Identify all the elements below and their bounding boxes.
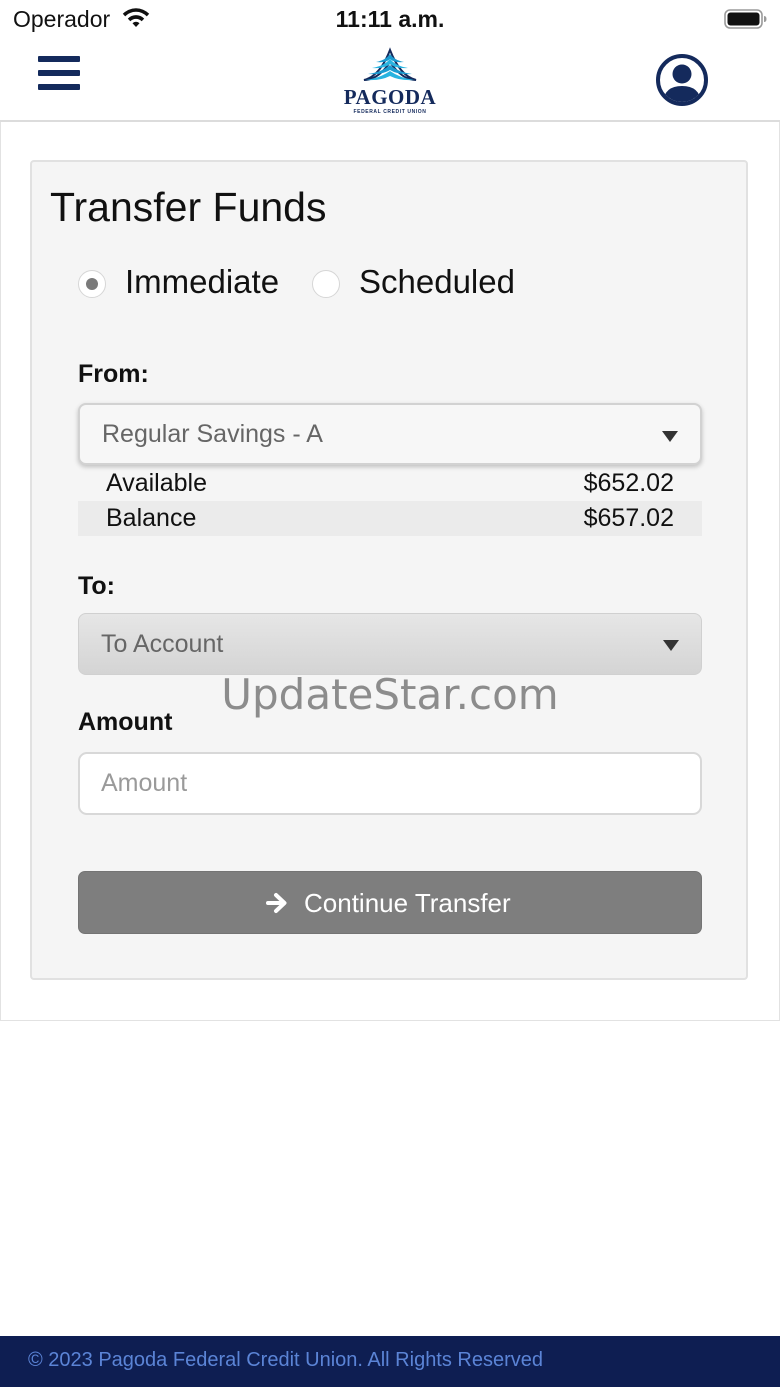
to-account-placeholder: To Account — [101, 630, 224, 658]
chevron-down-icon — [662, 431, 678, 442]
status-bar: Operador 11:11 a.m. — [0, 0, 780, 40]
page-title: Transfer Funds — [50, 184, 327, 230]
arrow-right-icon — [266, 893, 287, 913]
battery-icon — [724, 9, 767, 29]
available-row: Available $652.02 — [78, 466, 702, 501]
pagoda-logo: PAGODA FEDERAL CREDIT UNION — [336, 46, 444, 116]
user-profile-icon[interactable] — [655, 53, 709, 107]
radio-scheduled-label: Scheduled — [359, 263, 515, 300]
radio-scheduled[interactable]: Scheduled — [312, 262, 532, 302]
hamburger-menu-icon[interactable] — [36, 54, 82, 94]
app-header: PAGODA FEDERAL CREDIT UNION — [0, 40, 780, 122]
continue-transfer-label: Continue Transfer — [304, 888, 511, 918]
radio-scheduled-button[interactable] — [312, 270, 340, 298]
from-account-value: Regular Savings - A — [102, 420, 323, 448]
logo-wordmark: PAGODA — [343, 85, 437, 109]
radio-immediate[interactable]: Immediate — [78, 262, 298, 302]
balance-label: Balance — [106, 504, 197, 532]
available-label: Available — [106, 469, 208, 497]
logo-tagline: FEDERAL CREDIT UNION — [353, 109, 427, 115]
continue-transfer-button[interactable]: Continue Transfer — [78, 871, 702, 934]
chevron-down-icon — [663, 640, 679, 651]
clock: 11:11 a.m. — [335, 6, 445, 32]
radio-immediate-button[interactable] — [78, 270, 106, 298]
from-label: From: — [78, 360, 149, 388]
to-account-select[interactable]: To Account — [78, 613, 702, 675]
to-label: To: — [78, 572, 116, 600]
balance-value: $657.02 — [583, 504, 674, 532]
from-account-select[interactable]: Regular Savings - A — [78, 403, 702, 465]
balance-row: Balance $657.02 — [78, 501, 702, 536]
radio-selected-dot — [86, 278, 98, 290]
transfer-funds-card: Transfer Funds Immediate Scheduled From:… — [30, 160, 748, 980]
footer: © 2023 Pagoda Federal Credit Union. All … — [0, 1336, 780, 1387]
available-value: $652.02 — [583, 469, 674, 497]
pagoda-roof-icon — [363, 47, 417, 81]
footer-copyright: © 2023 Pagoda Federal Credit Union. All … — [28, 1349, 544, 1371]
amount-input[interactable] — [78, 752, 702, 815]
radio-immediate-label: Immediate — [125, 263, 280, 300]
amount-label: Amount — [78, 708, 173, 736]
